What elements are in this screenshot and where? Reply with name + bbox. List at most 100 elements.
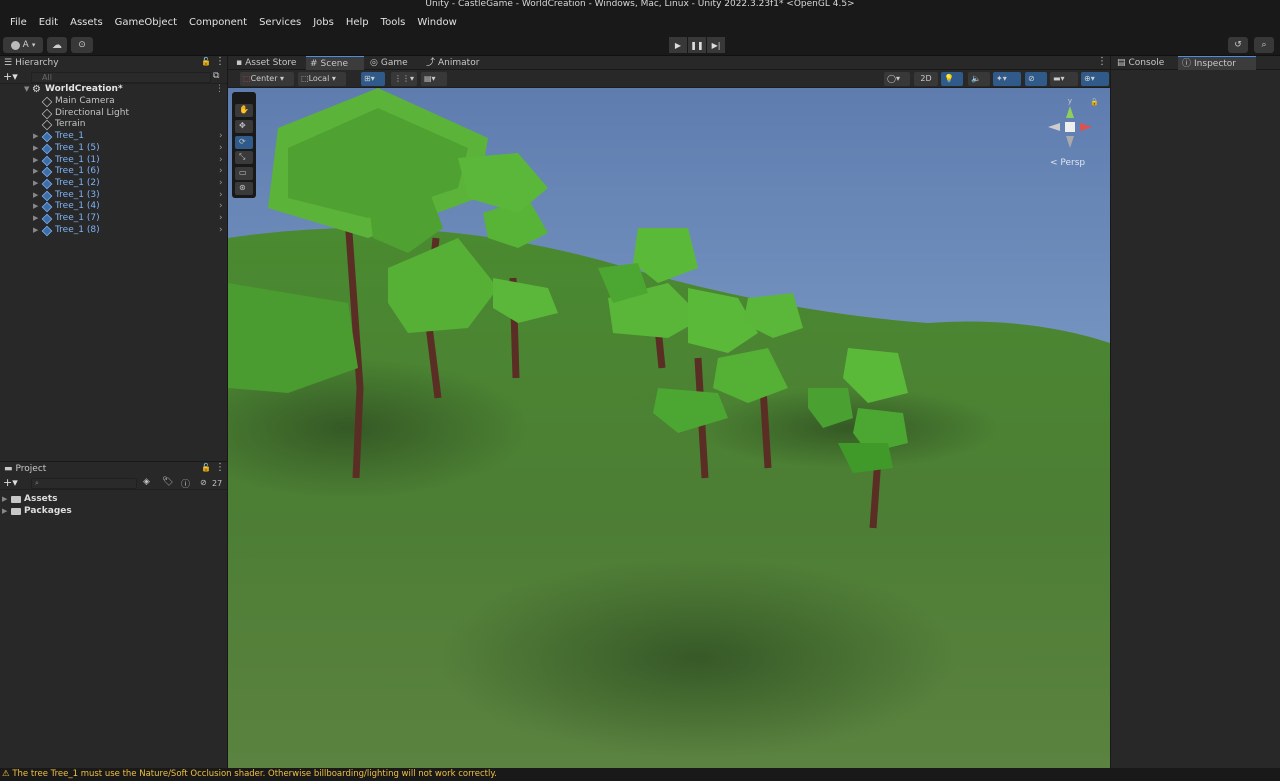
scene-root-row[interactable]: ▼ ⚙ WorldCreation* ⋮: [0, 84, 227, 96]
lock-icon[interactable]: 🔓: [201, 463, 211, 472]
open-prefab-chevron-icon[interactable]: ›: [219, 166, 223, 178]
scene-viewport[interactable]: [228, 88, 1110, 768]
expand-arrow-icon[interactable]: ▶: [2, 506, 7, 518]
tab-game[interactable]: ◎ Game: [366, 56, 418, 70]
hierarchy-object-row[interactable]: Terrain: [0, 119, 227, 131]
add-icon[interactable]: +▾: [3, 70, 18, 83]
camera-dropdown[interactable]: ▬▾: [1050, 72, 1078, 86]
draw-mode-dropdown[interactable]: ◯▾: [884, 72, 910, 86]
hierarchy-object-row[interactable]: Directional Light: [0, 108, 227, 120]
hierarchy-prefab-row[interactable]: ▶ Tree_1 ›: [0, 131, 227, 143]
hierarchy-prefab-row[interactable]: ▶ Tree_1 (8) ›: [0, 225, 227, 237]
pause-button[interactable]: ❚❚: [688, 37, 706, 53]
lock-icon[interactable]: 🔒: [1090, 98, 1099, 106]
tab-inspector[interactable]: ⓘ Inspector: [1178, 56, 1256, 70]
lock-icon[interactable]: 🔓: [201, 57, 211, 66]
hand-tool-button[interactable]: ✋: [235, 104, 253, 117]
expand-arrow-icon[interactable]: ▶: [33, 166, 38, 178]
hierarchy-prefab-row[interactable]: ▶ Tree_1 (3) ›: [0, 190, 227, 202]
tab-project[interactable]: ▬ Project: [0, 462, 227, 476]
more-icon[interactable]: ⋮: [215, 56, 225, 67]
expand-arrow-icon[interactable]: ▶: [2, 494, 7, 506]
hierarchy-prefab-row[interactable]: ▶ Tree_1 (4) ›: [0, 201, 227, 213]
space-dropdown[interactable]: ⬚Local ▾: [298, 72, 346, 86]
move-tool-button[interactable]: ✥: [235, 120, 253, 133]
more-icon[interactable]: ⋮: [215, 84, 224, 96]
info-icon[interactable]: ⓘ: [181, 477, 190, 490]
rotate-tool-button[interactable]: ⟳: [235, 136, 253, 149]
step-button[interactable]: ▶|: [707, 37, 725, 53]
folder-row-packages[interactable]: ▶ Packages: [0, 506, 227, 518]
hierarchy-prefab-row[interactable]: ▶ Tree_1 (1) ›: [0, 155, 227, 167]
open-prefab-chevron-icon[interactable]: ›: [219, 155, 223, 167]
hierarchy-prefab-row[interactable]: ▶ Tree_1 (6) ›: [0, 166, 227, 178]
search-by-type-icon[interactable]: ◈: [143, 477, 150, 487]
orientation-gizmo[interactable]: y 🔒: [1046, 96, 1099, 152]
gizmos-dropdown[interactable]: ⊕▾: [1081, 72, 1109, 86]
expand-arrow-icon[interactable]: ▼: [24, 84, 29, 96]
projection-label[interactable]: < Persp: [1050, 158, 1085, 168]
menu-assets[interactable]: Assets: [64, 11, 109, 34]
expand-arrow-icon[interactable]: ▶: [33, 131, 38, 143]
menu-tools[interactable]: Tools: [375, 11, 412, 34]
lighting-toggle[interactable]: 💡: [941, 72, 963, 86]
open-prefab-chevron-icon[interactable]: ›: [219, 213, 223, 225]
expand-arrow-icon[interactable]: ▶: [33, 225, 38, 237]
open-prefab-chevron-icon[interactable]: ›: [219, 178, 223, 190]
history-button[interactable]: ↺: [1228, 37, 1248, 53]
menu-edit[interactable]: Edit: [33, 11, 64, 34]
scale-tool-button[interactable]: ⤡: [235, 151, 253, 164]
audio-toggle[interactable]: 🔈: [968, 72, 990, 86]
rect-tool-button[interactable]: ▭: [235, 167, 253, 180]
folder-row-assets[interactable]: ▶ Assets: [0, 494, 227, 506]
label-icon[interactable]: 🏷: [162, 477, 173, 487]
tab-animator[interactable]: ⤴ Animator: [422, 56, 492, 70]
hidden-toggle[interactable]: ⊘: [1025, 72, 1047, 86]
account-dropdown[interactable]: A ▾: [3, 37, 43, 53]
more-icon[interactable]: ⋮: [1097, 56, 1107, 67]
status-bar[interactable]: ⚠ The tree Tree_1 must use the Nature/So…: [0, 768, 1280, 781]
tab-asset-store[interactable]: ▪ Asset Store: [232, 56, 304, 70]
hierarchy-prefab-row[interactable]: ▶ Tree_1 (2) ›: [0, 178, 227, 190]
search-button[interactable]: ⌕: [1254, 37, 1274, 53]
open-prefab-chevron-icon[interactable]: ›: [219, 190, 223, 202]
cloud-button[interactable]: ☁: [47, 37, 67, 53]
hierarchy-search-input[interactable]: All: [31, 72, 211, 83]
toggle-2d-button[interactable]: 2D: [914, 72, 938, 86]
more-icon[interactable]: ⋮: [215, 462, 225, 473]
expand-arrow-icon[interactable]: ▶: [33, 201, 38, 213]
open-prefab-chevron-icon[interactable]: ›: [219, 143, 223, 155]
tab-scene[interactable]: # Scene: [306, 56, 364, 70]
expand-arrow-icon[interactable]: ▶: [33, 213, 38, 225]
menu-component[interactable]: Component: [183, 11, 253, 34]
menu-jobs[interactable]: Jobs: [307, 11, 340, 34]
transform-tool-button[interactable]: ⊛: [235, 182, 253, 195]
expand-arrow-icon[interactable]: ▶: [33, 155, 38, 167]
hierarchy-prefab-row[interactable]: ▶ Tree_1 (5) ›: [0, 143, 227, 155]
ruler-button[interactable]: ▤▾: [421, 72, 447, 86]
collab-button[interactable]: ⊙: [71, 37, 93, 53]
hierarchy-object-row[interactable]: Main Camera: [0, 96, 227, 108]
menu-window[interactable]: Window: [411, 11, 462, 34]
open-prefab-chevron-icon[interactable]: ›: [219, 225, 223, 237]
scene-filter-icon[interactable]: ⧉: [213, 71, 219, 81]
expand-arrow-icon[interactable]: ▶: [33, 190, 38, 202]
open-prefab-chevron-icon[interactable]: ›: [219, 131, 223, 143]
effects-toggle[interactable]: ✦▾: [993, 72, 1021, 86]
project-search-input[interactable]: ⌕: [31, 478, 137, 489]
expand-arrow-icon[interactable]: ▶: [33, 178, 38, 190]
menu-file[interactable]: File: [4, 11, 33, 34]
add-icon[interactable]: +▾: [3, 476, 18, 489]
grid-snap-button[interactable]: ⊞▾: [361, 72, 385, 86]
pivot-dropdown[interactable]: ⬚Center ▾: [240, 72, 294, 86]
menu-help[interactable]: Help: [340, 11, 375, 34]
tab-console[interactable]: ▤ Console: [1113, 56, 1177, 70]
hidden-packages-icon[interactable]: ⊘: [200, 478, 207, 487]
play-button[interactable]: ▶: [669, 37, 687, 53]
expand-arrow-icon[interactable]: ▶: [33, 143, 38, 155]
tab-hierarchy[interactable]: ☰ Hierarchy: [0, 56, 227, 70]
open-prefab-chevron-icon[interactable]: ›: [219, 201, 223, 213]
snap-increment-button[interactable]: ⋮⋮▾: [391, 72, 417, 86]
menu-gameobject[interactable]: GameObject: [109, 11, 183, 34]
hierarchy-prefab-row[interactable]: ▶ Tree_1 (7) ›: [0, 213, 227, 225]
